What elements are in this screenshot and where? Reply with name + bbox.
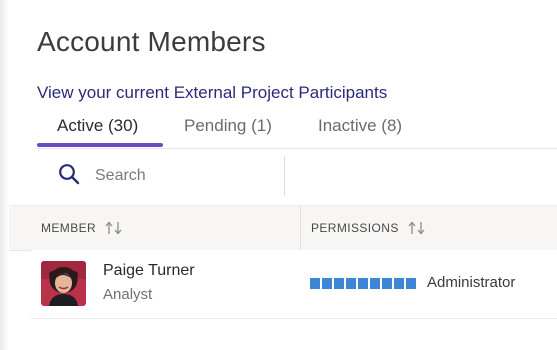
tab-active[interactable]: Active (30) [57, 116, 138, 136]
permission-segment [346, 278, 356, 289]
member-role: Analyst [103, 286, 153, 303]
tabs-divider [37, 148, 557, 149]
search-box[interactable] [37, 155, 285, 195]
column-header-member-label: MEMBER [41, 221, 97, 235]
left-edge-shadow [0, 0, 9, 350]
permission-label: Administrator [427, 274, 516, 291]
tab-pending[interactable]: Pending (1) [184, 116, 272, 136]
search-icon[interactable] [58, 163, 80, 185]
active-tab-indicator [37, 143, 163, 147]
permission-segment [370, 278, 380, 289]
column-header-permissions-label: PERMISSIONS [311, 221, 399, 235]
column-header-permissions[interactable]: PERMISSIONS [311, 206, 427, 250]
permission-segment [394, 278, 404, 289]
external-participants-link[interactable]: View your current External Project Parti… [37, 83, 387, 103]
sort-arrows-icon[interactable] [104, 221, 124, 235]
avatar[interactable] [41, 261, 86, 306]
page-title: Account Members [37, 26, 266, 57]
tab-inactive[interactable]: Inactive (8) [318, 116, 402, 136]
permission-segment [382, 278, 392, 289]
permission-segment [322, 278, 332, 289]
permission-segment [406, 278, 416, 289]
permission-level-bar [310, 278, 416, 289]
search-divider [284, 156, 285, 196]
members-panel: Account Members View your current Extern… [0, 0, 557, 350]
sort-arrows-icon[interactable] [407, 221, 427, 235]
member-name[interactable]: Paige Turner [103, 262, 195, 280]
column-separator[interactable] [300, 206, 301, 250]
member-tabs: Active (30) Pending (1) Inactive (8) [37, 112, 557, 148]
column-header-member[interactable]: MEMBER [41, 206, 124, 250]
table-header: MEMBER PERMISSIONS [9, 205, 557, 251]
permission-segment [358, 278, 368, 289]
permission-segment [334, 278, 344, 289]
permission-segment [310, 278, 320, 289]
table-row[interactable]: Paige Turner Analyst Administrator [31, 250, 557, 319]
search-input[interactable] [93, 161, 277, 191]
